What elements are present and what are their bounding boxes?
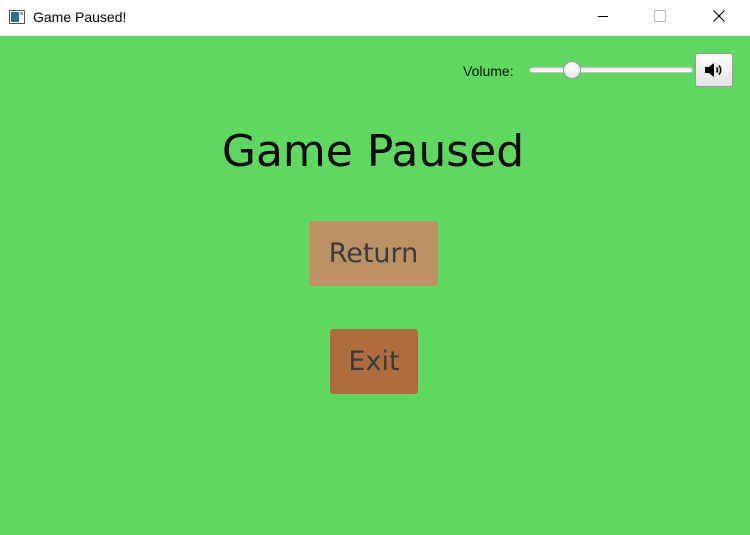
game-paused-window: Game Paused! Volume: Game Paused Return …: [0, 0, 750, 535]
exit-button[interactable]: Exit: [330, 329, 418, 394]
page-title: Game Paused: [221, 126, 525, 177]
pause-menu: Volume: Game Paused Return Exit: [0, 36, 750, 535]
close-button[interactable]: [696, 0, 742, 32]
speaker-icon: [705, 63, 722, 77]
mute-button[interactable]: [695, 53, 733, 87]
minimize-button[interactable]: [580, 0, 626, 32]
return-button[interactable]: Return: [309, 221, 438, 286]
window-title: Game Paused!: [33, 9, 127, 25]
minimize-icon: [598, 16, 608, 17]
maximize-icon: [654, 10, 666, 22]
title-bar: Game Paused!: [0, 0, 750, 36]
volume-slider-thumb[interactable]: [562, 61, 581, 79]
app-window-icon: [9, 10, 25, 24]
close-icon: [713, 10, 725, 22]
maximize-button[interactable]: [637, 0, 683, 32]
volume-slider-track[interactable]: [529, 67, 693, 73]
volume-slider[interactable]: [529, 61, 693, 79]
volume-label: Volume:: [463, 63, 514, 79]
